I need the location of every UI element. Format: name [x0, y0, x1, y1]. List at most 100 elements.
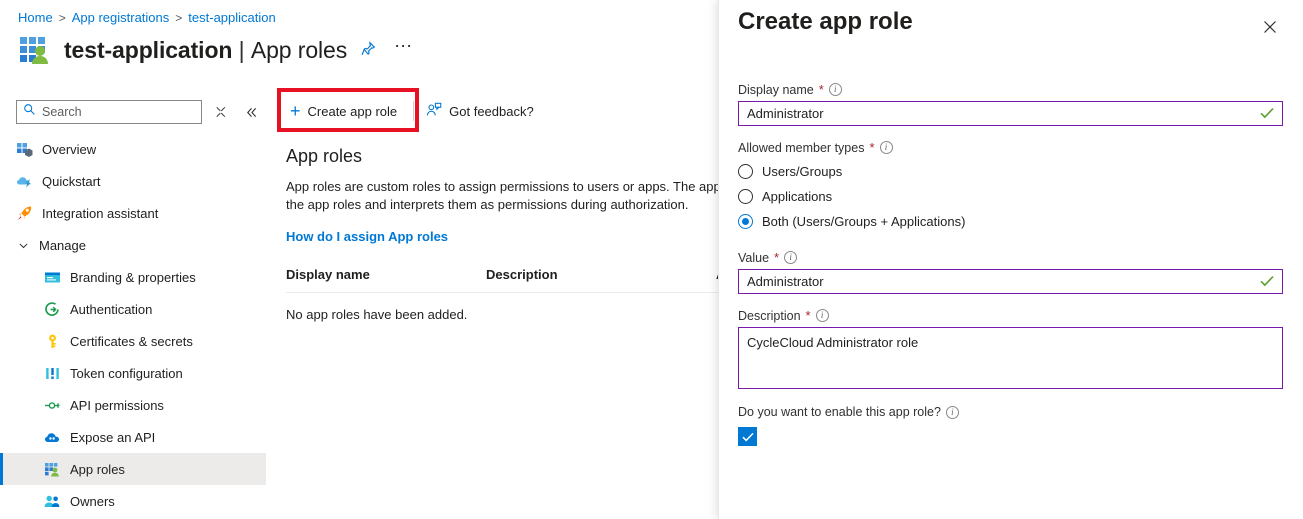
radio-indicator-selected: [738, 214, 753, 229]
close-icon[interactable]: [1257, 14, 1283, 40]
sidebar-nav: Overview Quickstart Integration assistan…: [0, 133, 266, 517]
description-value: CycleCloud Administrator role: [747, 335, 919, 350]
breadcrumb: Home > App registrations > test-applicat…: [18, 10, 276, 25]
more-options-icon[interactable]: ⋯: [390, 37, 416, 59]
sidebar-item-label: Authentication: [70, 301, 153, 317]
allowed-member-types-label-row: Allowed member types * i: [738, 140, 1286, 155]
info-icon[interactable]: i: [828, 83, 842, 96]
page-header: test-application | App roles ⋯: [18, 33, 416, 67]
page-title: test-application | App roles: [64, 37, 347, 64]
breadcrumb-separator: >: [175, 10, 183, 25]
create-app-role-panel: Create app role Display name * i Adminis…: [718, 0, 1303, 519]
got-feedback-label: Got feedback?: [449, 103, 534, 119]
panel-form: Display name * i Administrator Allowed m…: [738, 82, 1286, 446]
description-label-row: Description * i: [738, 308, 1286, 323]
description-textarea[interactable]: CycleCloud Administrator role: [738, 327, 1283, 389]
key-icon: [44, 333, 61, 350]
sidebar-item-label: Certificates & secrets: [70, 333, 193, 349]
token-bars-icon: [44, 365, 61, 382]
value-input[interactable]: Administrator: [738, 269, 1283, 294]
app-registration-icon: [18, 33, 54, 67]
create-app-role-label: Create app role: [307, 103, 398, 119]
page-title-section: App roles: [250, 36, 348, 63]
breadcrumb-item-app-registrations[interactable]: App registrations: [72, 10, 170, 25]
empty-state-message: No app roles have been added.: [286, 307, 468, 322]
page-title-separator: |: [238, 36, 245, 63]
column-header-description: Description: [486, 267, 716, 293]
section-description: App roles are custom roles to assign per…: [286, 179, 718, 212]
info-icon[interactable]: i: [945, 405, 959, 419]
allowed-member-types-label: Allowed member types: [738, 140, 865, 155]
info-icon[interactable]: i: [879, 141, 893, 154]
command-bar-divider: [413, 101, 415, 121]
sidebar-item-label: API permissions: [70, 397, 164, 413]
breadcrumb-item-test-application[interactable]: test-application: [188, 10, 275, 25]
app-roles-icon: [44, 461, 61, 478]
info-icon[interactable]: i: [815, 309, 829, 322]
sidebar-item-branding-properties[interactable]: Branding & properties: [0, 261, 266, 293]
main-content: App roles App roles are custom roles to …: [286, 146, 718, 322]
quickstart-cloud-icon: [16, 173, 33, 190]
sidebar-item-label: Owners: [70, 493, 115, 509]
sidebar-item-owners[interactable]: Owners: [0, 485, 266, 517]
command-bar: + Create app role Got feedback?: [286, 98, 542, 124]
sidebar-item-token-configuration[interactable]: Token configuration: [0, 357, 266, 389]
got-feedback-button[interactable]: Got feedback?: [422, 99, 542, 124]
radio-option-users-groups[interactable]: Users/Groups: [738, 159, 1286, 184]
sidebar-item-certificates-secrets[interactable]: Certificates & secrets: [0, 325, 266, 357]
radio-label: Both (Users/Groups + Applications): [762, 214, 966, 229]
assign-app-roles-link[interactable]: How do I assign App roles: [286, 229, 448, 244]
sidebar-item-overview[interactable]: Overview: [0, 133, 266, 165]
api-permissions-icon: [44, 397, 61, 414]
sidebar-item-integration-assistant[interactable]: Integration assistant: [0, 197, 266, 229]
search-input[interactable]: Search: [16, 100, 202, 124]
nav-search-area: Search: [16, 100, 262, 124]
sidebar-item-label: Branding & properties: [70, 269, 196, 285]
panel-title: Create app role: [738, 8, 913, 35]
radio-indicator: [738, 164, 753, 179]
search-placeholder: Search: [42, 105, 82, 119]
expose-api-cloud-icon: [44, 429, 61, 446]
radio-indicator: [738, 189, 753, 204]
radio-option-both[interactable]: Both (Users/Groups + Applications): [738, 209, 1286, 234]
column-header-display-name: Display name: [286, 267, 486, 293]
required-marker: *: [805, 308, 811, 323]
collapse-all-icon[interactable]: [210, 101, 232, 123]
breadcrumb-item-home[interactable]: Home: [18, 10, 53, 25]
info-icon[interactable]: i: [784, 251, 798, 264]
table-header-row: Display name Description Allowed member …: [286, 267, 718, 293]
value-label-row: Value * i: [738, 250, 1286, 265]
app-roles-table: Display name Description Allowed member …: [286, 267, 718, 322]
help-link-row: How do I assign App roles: [286, 228, 718, 246]
value-field-value: Administrator: [747, 274, 824, 289]
required-marker: *: [869, 140, 875, 155]
radio-label: Users/Groups: [762, 164, 843, 179]
owners-people-icon: [44, 493, 61, 510]
pin-icon[interactable]: [357, 39, 380, 62]
value-label: Value: [738, 250, 770, 265]
enable-app-role-label-row: Do you want to enable this app role? i: [738, 405, 1286, 419]
collapse-panel-icon[interactable]: [240, 101, 262, 123]
sidebar-item-expose-an-api[interactable]: Expose an API: [0, 421, 266, 453]
enable-app-role-checkbox[interactable]: [738, 427, 757, 446]
display-name-label: Display name: [738, 82, 814, 97]
sidebar-item-label: Integration assistant: [42, 205, 159, 221]
person-feedback-icon: [426, 102, 442, 121]
sidebar-item-authentication[interactable]: Authentication: [0, 293, 266, 325]
rocket-icon: [16, 205, 33, 222]
checkmark-icon: [1260, 274, 1274, 290]
sidebar-item-app-roles[interactable]: App roles: [0, 453, 266, 485]
display-name-input[interactable]: Administrator: [738, 101, 1283, 126]
sidebar-item-quickstart[interactable]: Quickstart: [0, 165, 266, 197]
create-app-role-button[interactable]: + Create app role: [286, 101, 405, 122]
required-marker: *: [774, 250, 780, 265]
sidebar-item-label: Token configuration: [70, 365, 183, 381]
table-row-empty: No app roles have been added.: [286, 293, 718, 322]
sidebar-item-api-permissions[interactable]: API permissions: [0, 389, 266, 421]
display-name-value: Administrator: [747, 106, 824, 121]
sidebar-group-manage[interactable]: Manage: [0, 229, 266, 261]
chevron-down-icon: [16, 240, 30, 251]
description-label: Description: [738, 308, 801, 323]
allowed-member-types-radio-group: Users/Groups Applications Both (Users/Gr…: [738, 159, 1286, 234]
radio-option-applications[interactable]: Applications: [738, 184, 1286, 209]
